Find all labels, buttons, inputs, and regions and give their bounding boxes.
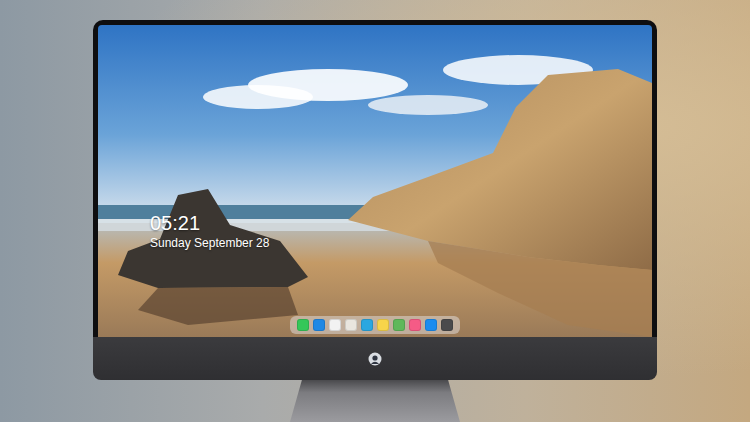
dock-app-icon[interactable] [393, 319, 405, 331]
dock-app-icon[interactable] [329, 319, 341, 331]
lock-screen: 05:21Sunday September 28 [98, 25, 652, 337]
brand-logo-icon [368, 352, 382, 366]
monitor: 05:21Sunday September 28 [93, 20, 657, 422]
dock-app-icon[interactable] [409, 319, 421, 331]
clock-date: Sunday September 28 [150, 236, 644, 251]
dock-app-icon[interactable] [345, 319, 357, 331]
screen: 05:21Sunday September 28 [98, 25, 652, 337]
monitor-chin [93, 337, 657, 380]
dock-app-icon[interactable] [297, 319, 309, 331]
monitor-stand [290, 380, 460, 422]
dock-app-icon[interactable] [425, 319, 437, 331]
dock-app-icon[interactable] [441, 319, 453, 331]
page: 05:21Sunday September 28 [0, 0, 750, 422]
dock-app-icon[interactable] [313, 319, 325, 331]
dock-app-icon[interactable] [377, 319, 389, 331]
dock-app-icon[interactable] [361, 319, 373, 331]
dock [290, 316, 460, 334]
lock-info: 05:21Sunday September 28 [150, 211, 644, 251]
wallpaper [98, 25, 652, 337]
clock-time: 05:21 [150, 211, 644, 235]
dock-row [150, 316, 644, 334]
monitor-bezel: 05:21Sunday September 28 [93, 20, 657, 337]
